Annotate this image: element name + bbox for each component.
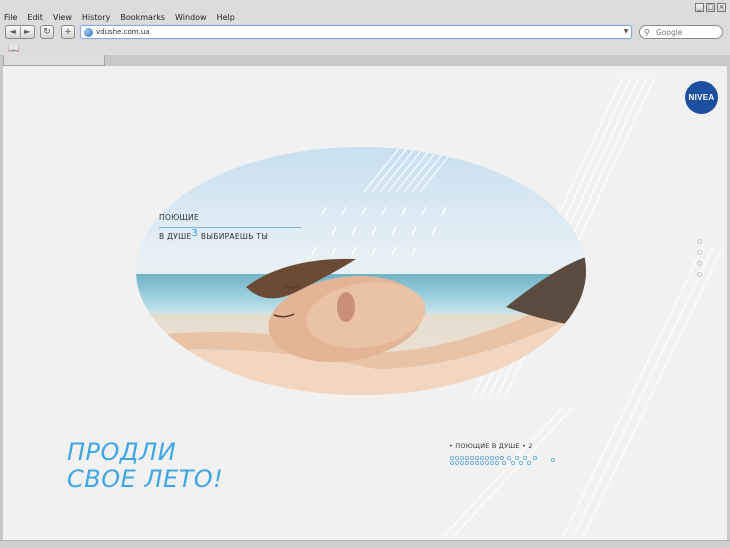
tab-strip bbox=[0, 55, 730, 66]
search-placeholder: Google bbox=[656, 28, 683, 37]
book-icon[interactable]: 📖 bbox=[8, 43, 19, 55]
menu-history[interactable]: History bbox=[77, 10, 115, 26]
side-nav-dot[interactable] bbox=[697, 261, 702, 266]
minimize-icon[interactable]: _ bbox=[695, 3, 704, 12]
close-icon[interactable]: × bbox=[717, 3, 726, 12]
headline-divider bbox=[159, 227, 301, 228]
headline-bottom: В ДУШЕ3 ВЫБИРАЕШЬ ТЫ bbox=[159, 228, 269, 242]
forward-button[interactable]: ► bbox=[19, 26, 35, 38]
web-page: NIVEA ПОЮЩИЕ В ДУШЕ3 ВЫБИРАЕШЬ ТЫ ПРОДЛИ… bbox=[3, 67, 727, 540]
browser-chrome: _ □ × File Edit View History Bookmarks W… bbox=[0, 0, 730, 66]
reload-button[interactable]: ↻ bbox=[40, 25, 54, 39]
menu-bar: File Edit View History Bookmarks Window … bbox=[0, 10, 240, 26]
back-button[interactable]: ◄ bbox=[6, 26, 20, 38]
toolbar: ◄ ► ↻ + vdushe.com.ua ▼ ⚲ Google bbox=[0, 25, 730, 41]
search-input[interactable]: ⚲ Google bbox=[639, 25, 723, 39]
menu-bookmarks[interactable]: Bookmarks bbox=[115, 10, 170, 26]
back-forward-group: ◄ ► bbox=[5, 25, 35, 39]
playlist-label[interactable]: • ПОЮЩИЕ В ДУШЕ • 2 bbox=[449, 442, 533, 450]
menu-help[interactable]: Help bbox=[212, 10, 240, 26]
bookmarks-bar: 📖 bbox=[0, 43, 730, 55]
search-icon: ⚲ bbox=[644, 28, 650, 37]
side-navigation bbox=[697, 239, 702, 277]
headline-superscript: 3 bbox=[191, 228, 199, 239]
menu-view[interactable]: View bbox=[48, 10, 77, 26]
headline-top: ПОЮЩИЕ bbox=[159, 213, 199, 222]
bottom-frame bbox=[0, 540, 730, 548]
promo-line-2: СВОЕ ЛЕТО! bbox=[67, 465, 224, 493]
menu-file[interactable]: File bbox=[0, 10, 22, 26]
window-controls: _ □ × bbox=[695, 3, 726, 12]
menu-window[interactable]: Window bbox=[170, 10, 212, 26]
url-text: vdushe.com.ua bbox=[96, 28, 150, 36]
tab-active[interactable] bbox=[3, 55, 105, 66]
side-nav-dot[interactable] bbox=[697, 272, 702, 277]
address-bar[interactable]: vdushe.com.ua ▼ bbox=[80, 25, 632, 39]
menu-edit[interactable]: Edit bbox=[22, 10, 48, 26]
globe-icon bbox=[84, 28, 93, 37]
headline-bottom-prefix: В ДУШЕ bbox=[159, 232, 192, 241]
promo-line-1: ПРОДЛИ bbox=[67, 438, 177, 466]
side-nav-dot[interactable] bbox=[697, 250, 702, 255]
add-bookmark-button[interactable]: + bbox=[61, 25, 75, 39]
hero-figure bbox=[136, 147, 586, 395]
side-nav-dot[interactable] bbox=[697, 239, 702, 244]
chevron-down-icon[interactable]: ▼ bbox=[621, 25, 631, 39]
maximize-icon[interactable]: □ bbox=[706, 3, 715, 12]
nivea-logo[interactable]: NIVEA bbox=[685, 81, 718, 114]
headline-bottom-suffix: ВЫБИРАЕШЬ ТЫ bbox=[198, 232, 269, 241]
hero-image bbox=[136, 147, 586, 395]
promo-headline: ПРОДЛИ СВОЕ ЛЕТО! bbox=[67, 439, 223, 493]
playlist-dots[interactable] bbox=[449, 455, 569, 469]
